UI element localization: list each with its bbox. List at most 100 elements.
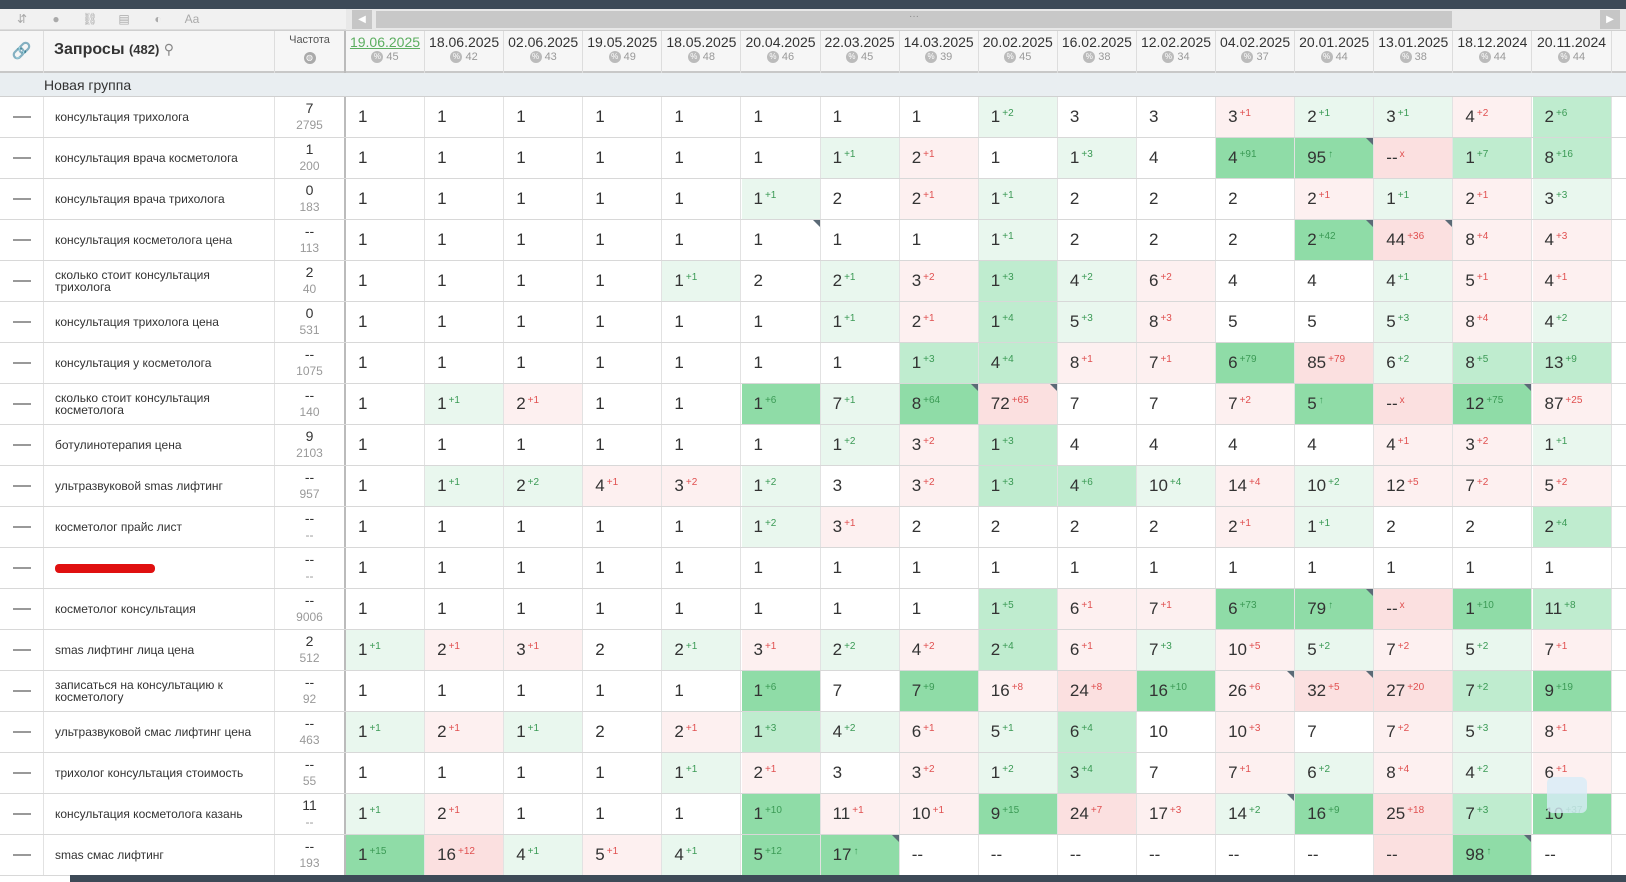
position-cell[interactable]: 1 +4 <box>978 302 1058 342</box>
table-icon[interactable]: ▤ <box>116 12 132 26</box>
position-cell[interactable]: 4 +91 <box>1216 138 1296 178</box>
position-cell[interactable]: 5 +1 <box>978 712 1058 752</box>
position-cell[interactable]: -- <box>1216 835 1296 875</box>
position-cell[interactable]: 2 <box>1137 179 1216 219</box>
position-cell[interactable]: 32 +5 <box>1295 671 1375 711</box>
position-cell[interactable]: 1 +1 <box>425 384 505 424</box>
position-cell[interactable]: 1 +1 <box>820 302 900 342</box>
position-cell[interactable]: 16 +8 <box>978 671 1058 711</box>
position-cell[interactable]: 2 <box>1137 507 1216 547</box>
position-cell[interactable]: 2 <box>1137 220 1216 260</box>
position-cell[interactable]: 1 <box>899 97 979 137</box>
position-cell[interactable]: 1 <box>1453 548 1533 588</box>
position-cell[interactable]: 7 <box>1057 384 1137 424</box>
position-cell[interactable]: 2 +1 <box>1295 97 1375 137</box>
position-cell[interactable]: 7 +9 <box>899 671 979 711</box>
position-cell[interactable]: 2 +1 <box>741 753 821 793</box>
table-row[interactable]: ботулинотерапия цена 9 2103 1 1 1 1 1 1 1 +2 3 +2 1 +3… <box>0 425 1626 466</box>
position-cell[interactable]: 1 <box>346 179 425 219</box>
position-cell[interactable]: 1 <box>662 343 742 383</box>
position-cell[interactable]: 1 <box>741 425 821 465</box>
position-cell[interactable]: 1 <box>504 179 584 219</box>
position-cell[interactable]: 5 <box>1295 302 1375 342</box>
position-cell[interactable]: 12 +75 <box>1453 384 1533 424</box>
position-cell[interactable]: 1 <box>346 753 425 793</box>
position-cell[interactable]: 6 +1 <box>1057 589 1137 629</box>
position-cell[interactable]: 1 <box>899 589 979 629</box>
position-cell[interactable]: 1 <box>346 343 425 383</box>
position-cell[interactable]: 8 +64 <box>899 384 979 424</box>
position-cell[interactable]: 8 +5 <box>1453 343 1533 383</box>
position-cell[interactable]: 1 <box>583 220 663 260</box>
position-cell[interactable]: 8 +4 <box>1374 753 1454 793</box>
row-handle-icon[interactable] <box>0 97 44 137</box>
position-cell[interactable]: -- <box>899 835 979 875</box>
position-cell[interactable]: 4 +1 <box>583 466 663 506</box>
position-cell[interactable]: 2 <box>1057 507 1137 547</box>
position-cell[interactable]: 1 <box>504 302 584 342</box>
position-cell[interactable]: 3 +1 <box>1216 97 1296 137</box>
position-cell[interactable]: 1 +2 <box>978 97 1058 137</box>
position-cell[interactable]: 1 <box>504 425 584 465</box>
position-cell[interactable]: 2 <box>1057 179 1137 219</box>
position-cell[interactable]: 1 <box>899 548 979 588</box>
position-cell[interactable]: 1 <box>583 425 663 465</box>
position-cell[interactable]: 6 +2 <box>1137 261 1216 301</box>
position-cell[interactable]: 4 +2 <box>820 712 900 752</box>
position-cell[interactable]: 2 +6 <box>1532 97 1612 137</box>
position-cell[interactable]: 1 +1 <box>346 630 425 670</box>
position-cell[interactable]: 1 <box>1374 548 1454 588</box>
position-cell[interactable]: 7 +1 <box>1137 589 1216 629</box>
date-column-header[interactable]: 14.03.2025% 39 <box>900 31 979 73</box>
horizontal-scrollbar[interactable]: ◀ ··· ▶ <box>346 9 1626 30</box>
position-cell[interactable]: 1 <box>741 97 821 137</box>
position-cell[interactable]: 6 +2 <box>1295 753 1375 793</box>
position-cell[interactable]: 3 +1 <box>1374 97 1454 137</box>
position-cell[interactable]: 1 +2 <box>978 753 1058 793</box>
position-cell[interactable]: 1 <box>662 794 742 834</box>
position-cell[interactable]: 5 +1 <box>583 835 663 875</box>
position-cell[interactable]: 6 +79 <box>1216 343 1296 383</box>
position-cell[interactable]: 7 <box>820 671 900 711</box>
position-cell[interactable]: 12 +5 <box>1374 466 1454 506</box>
position-cell[interactable]: 8 +1 <box>1532 712 1612 752</box>
date-column-header[interactable]: 16.02.2025% 38 <box>1058 31 1137 73</box>
position-cell[interactable]: 26 +6 <box>1216 671 1296 711</box>
position-cell[interactable]: 1 <box>583 753 663 793</box>
position-cell[interactable]: 2 <box>1216 179 1296 219</box>
position-cell[interactable]: 7 +3 <box>1453 794 1533 834</box>
date-column-header[interactable]: 02.06.2025% 43 <box>504 31 584 73</box>
position-cell[interactable]: 2 +1 <box>1295 179 1375 219</box>
date-column-header[interactable]: 20.11.2024% 44 <box>1533 31 1612 73</box>
position-cell[interactable]: 1 <box>425 179 505 219</box>
position-cell[interactable]: 4 +2 <box>1532 302 1612 342</box>
position-cell[interactable]: 1 <box>662 384 742 424</box>
position-cell[interactable]: -- x <box>1374 589 1454 629</box>
position-cell[interactable]: 1 <box>978 548 1058 588</box>
position-cell[interactable]: 4 <box>1216 261 1296 301</box>
position-cell[interactable]: 1 <box>346 589 425 629</box>
position-cell[interactable]: 7 <box>1137 753 1216 793</box>
position-cell[interactable]: 1 <box>583 548 663 588</box>
position-cell[interactable]: 5 +1 <box>1453 261 1533 301</box>
group-row[interactable]: Новая группа <box>0 73 1626 97</box>
position-cell[interactable]: 10 <box>1137 712 1216 752</box>
table-row[interactable]: записаться на консультацию к косметологу… <box>0 671 1626 712</box>
position-cell[interactable]: 1 <box>820 589 900 629</box>
position-cell[interactable]: 24 +7 <box>1057 794 1137 834</box>
position-cell[interactable]: 2 <box>1453 507 1533 547</box>
position-cell[interactable]: 3 +2 <box>899 261 979 301</box>
position-cell[interactable]: 1 +1 <box>346 712 425 752</box>
link-icon[interactable]: 🔗 <box>0 31 44 73</box>
position-cell[interactable]: 8 +4 <box>1453 302 1533 342</box>
position-cell[interactable]: 1 <box>504 343 584 383</box>
date-column-header[interactable]: 18.12.2024% 44 <box>1453 31 1533 73</box>
position-cell[interactable]: 1 <box>662 302 742 342</box>
position-cell[interactable]: 2 +42 <box>1295 220 1375 260</box>
position-cell[interactable]: 1 <box>741 138 821 178</box>
position-cell[interactable]: 1 +1 <box>820 138 900 178</box>
position-cell[interactable]: 2 +1 <box>899 138 979 178</box>
position-cell[interactable]: 1 <box>583 384 663 424</box>
position-cell[interactable]: 44 +36 <box>1374 220 1454 260</box>
row-handle-icon[interactable] <box>0 794 44 834</box>
